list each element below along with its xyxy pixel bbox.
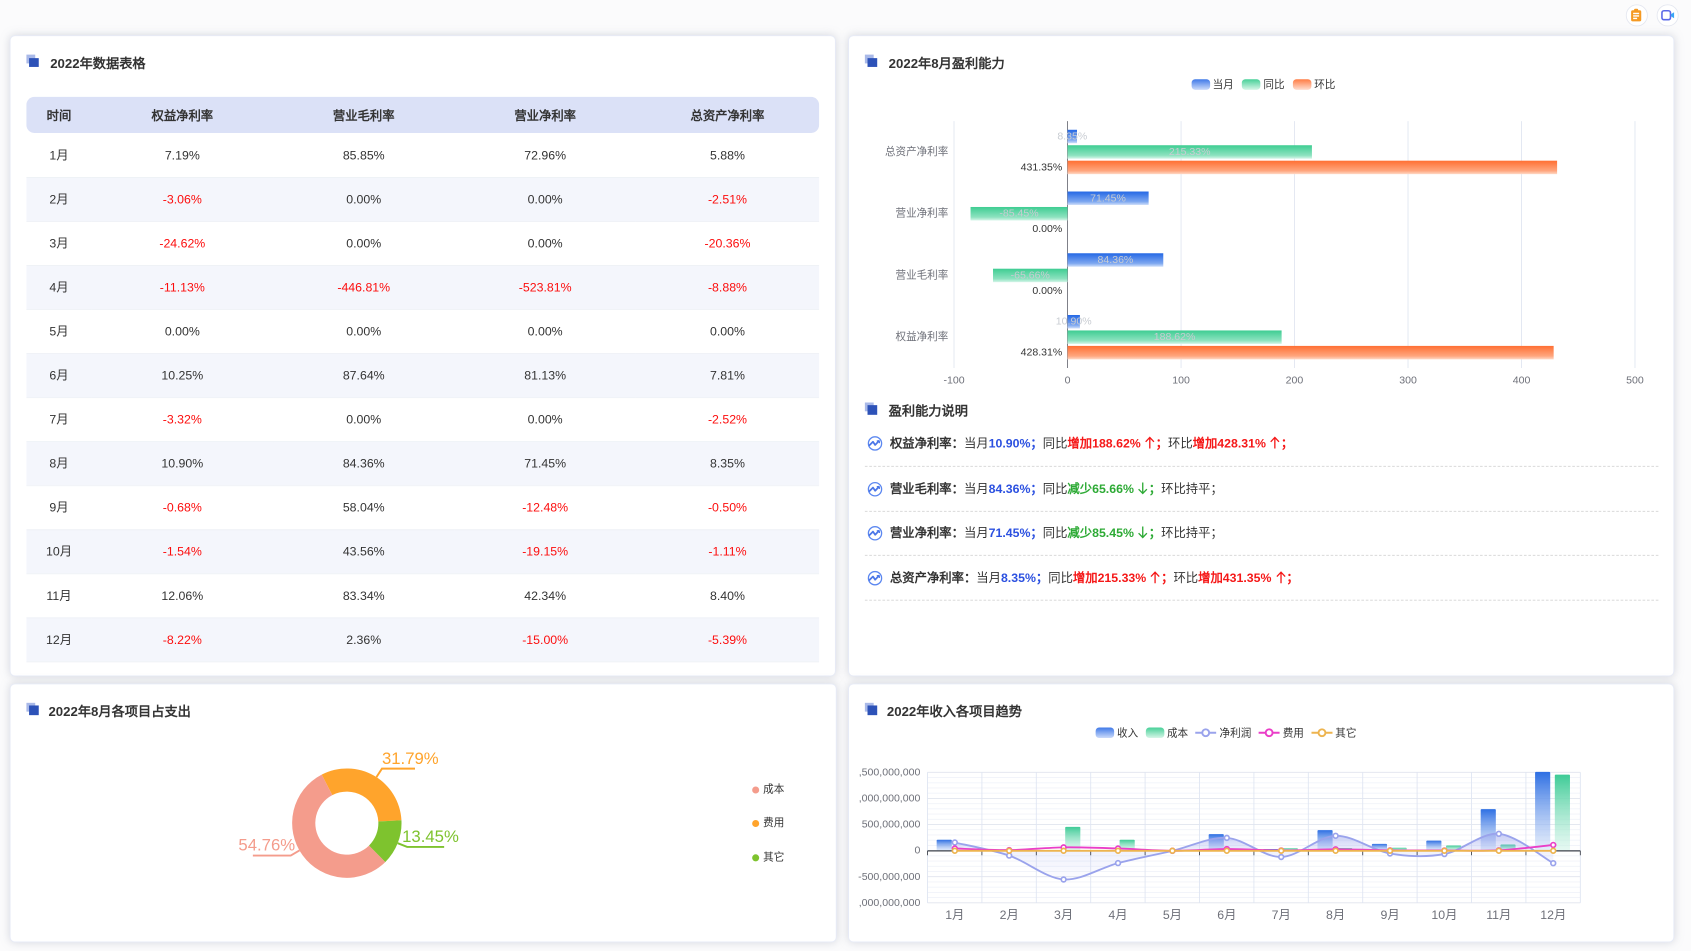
svg-text:8月: 8月: [1326, 908, 1345, 922]
svg-text:权益净利率: 权益净利率: [896, 330, 949, 343]
svg-text:,000,000,000: ,000,000,000: [859, 792, 921, 804]
svg-text:400: 400: [1513, 374, 1531, 386]
svg-text:500,000,000: 500,000,000: [862, 818, 921, 830]
svg-text:13.45%: 13.45%: [402, 827, 459, 846]
svg-text:215.33%: 215.33%: [1169, 146, 1211, 158]
svg-text:-500,000,000: -500,000,000: [858, 870, 920, 882]
svg-text:0: 0: [1065, 374, 1071, 386]
svg-text:8.35%: 8.35%: [1057, 131, 1087, 143]
svg-text:188.62%: 188.62%: [1154, 331, 1196, 343]
svg-text:4月: 4月: [1108, 908, 1127, 922]
svg-text:2月: 2月: [1000, 908, 1019, 922]
svg-text:10月: 10月: [1431, 908, 1457, 922]
svg-text:9月: 9月: [1380, 908, 1399, 922]
svg-text:431.35%: 431.35%: [1021, 161, 1063, 173]
svg-text:100: 100: [1172, 374, 1190, 386]
svg-text:营业毛利率: 营业毛利率: [896, 268, 949, 281]
svg-text:7月: 7月: [1272, 908, 1291, 922]
svg-text:6月: 6月: [1217, 908, 1236, 922]
svg-text:300: 300: [1399, 374, 1417, 386]
svg-text:5月: 5月: [1163, 908, 1182, 922]
svg-text:54.76%: 54.76%: [238, 835, 295, 854]
svg-text:12月: 12月: [1540, 908, 1566, 922]
svg-text:营业净利率: 营业净利率: [896, 207, 949, 220]
svg-text:0.00%: 0.00%: [1032, 223, 1062, 235]
svg-text:-85.45%: -85.45%: [999, 208, 1038, 220]
svg-text:-65.66%: -65.66%: [1011, 269, 1050, 281]
svg-text:1月: 1月: [945, 908, 964, 922]
svg-text:71.45%: 71.45%: [1090, 192, 1126, 204]
svg-text:0.00%: 0.00%: [1032, 285, 1062, 297]
svg-text:200: 200: [1286, 374, 1304, 386]
svg-text:3月: 3月: [1054, 908, 1073, 922]
svg-text:500: 500: [1626, 374, 1644, 386]
svg-text:428.31%: 428.31%: [1021, 347, 1063, 359]
svg-text:31.79%: 31.79%: [382, 748, 439, 767]
svg-text:10.90%: 10.90%: [1056, 316, 1092, 328]
svg-text:0: 0: [914, 844, 920, 856]
svg-text:84.36%: 84.36%: [1098, 254, 1134, 266]
svg-text:总资产净利率: 总资产净利率: [885, 145, 949, 158]
svg-text:11月: 11月: [1486, 908, 1511, 922]
svg-text:,000,000,000: ,000,000,000: [859, 896, 921, 908]
svg-text:,500,000,000: ,500,000,000: [859, 766, 921, 778]
svg-text:-100: -100: [943, 374, 964, 386]
